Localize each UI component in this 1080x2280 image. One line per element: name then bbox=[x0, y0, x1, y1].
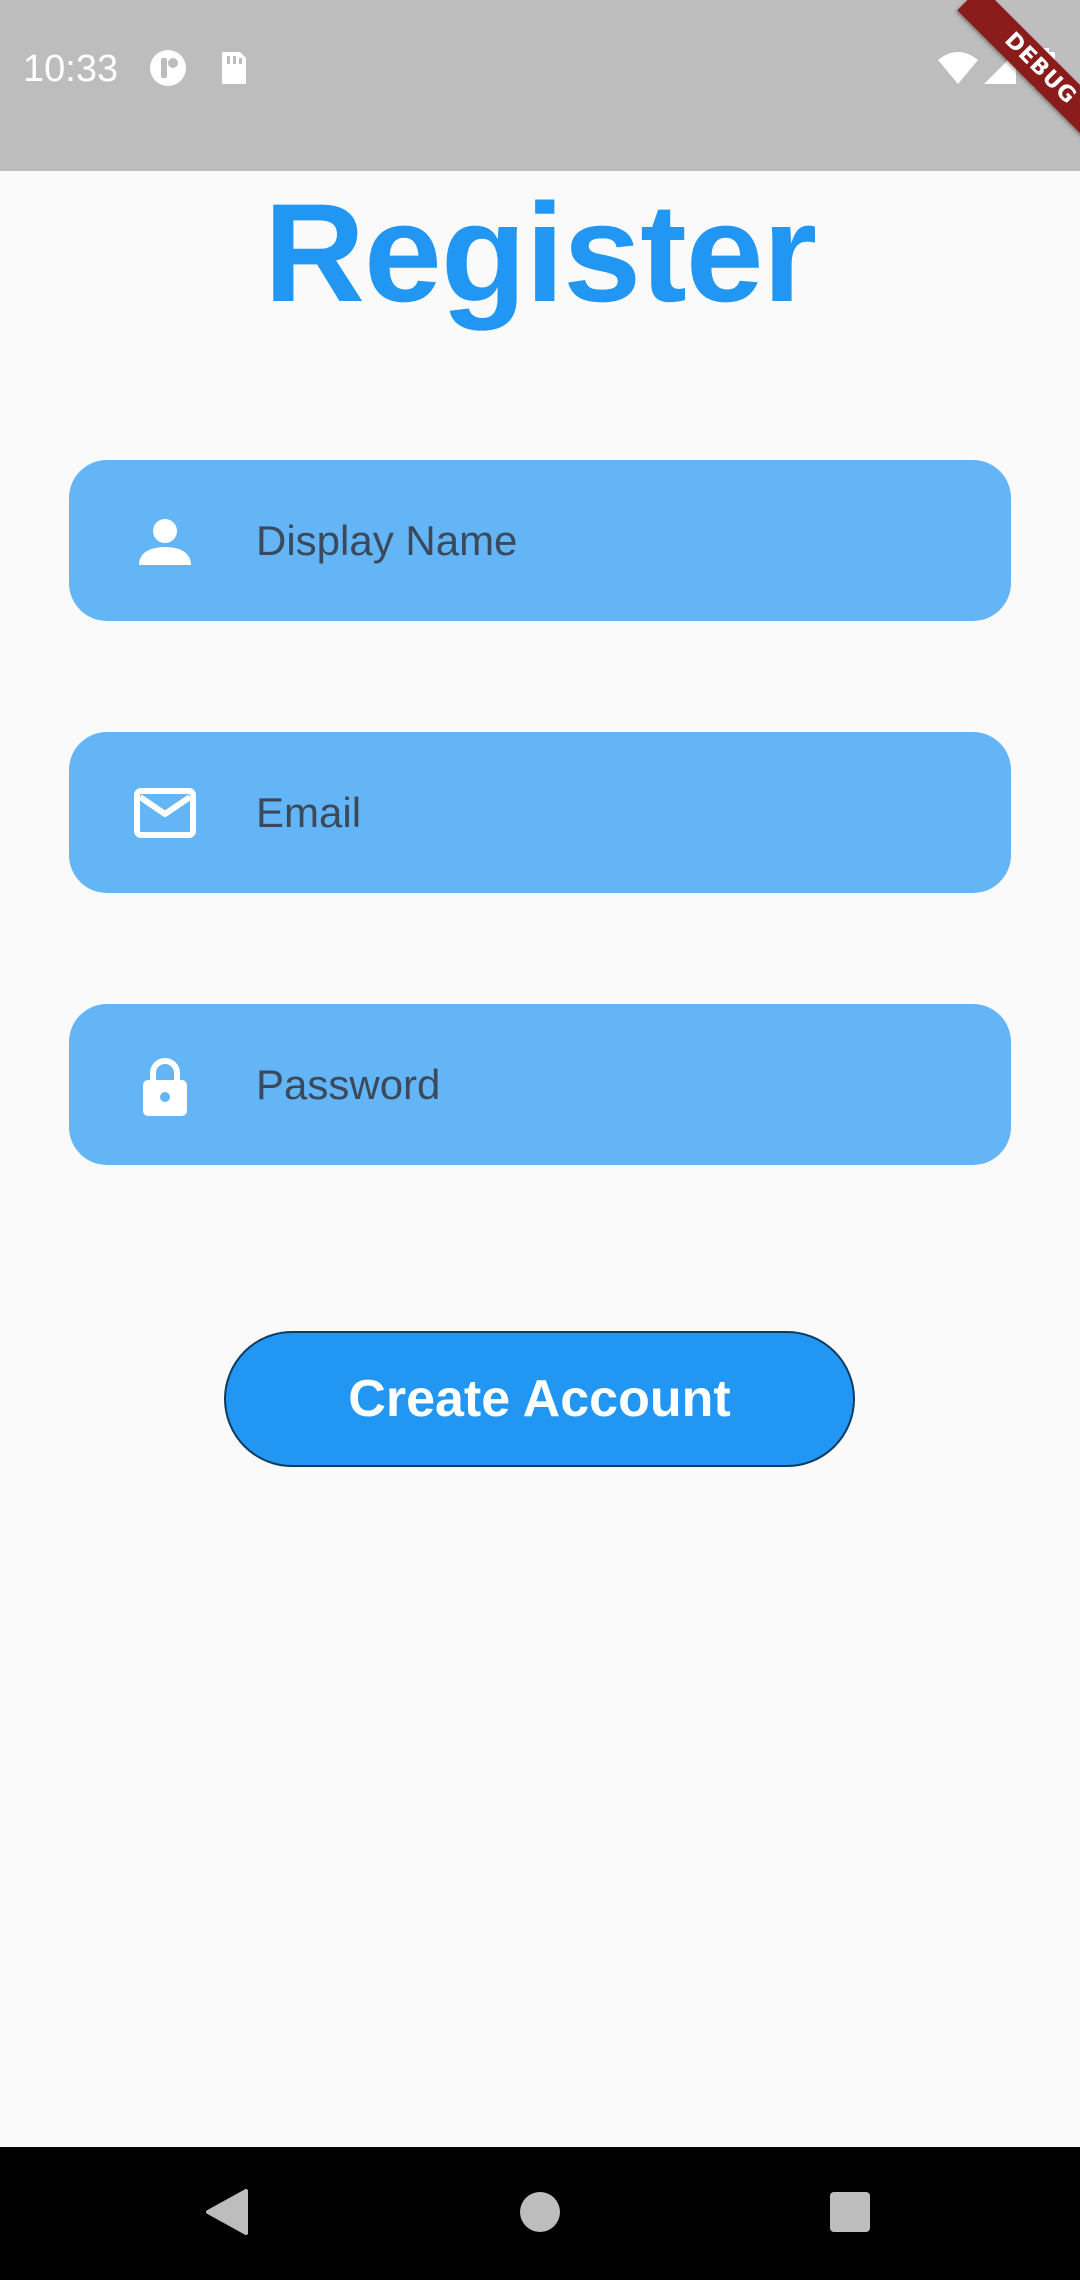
recents-icon[interactable] bbox=[805, 2167, 895, 2257]
display-name-field[interactable] bbox=[69, 460, 1011, 621]
page-title: Register bbox=[263, 174, 817, 331]
password-input[interactable] bbox=[186, 1004, 906, 1165]
status-bar: 10:33 DEBUG bbox=[0, 0, 1080, 171]
wifi-icon bbox=[936, 48, 980, 88]
app-notification-icon bbox=[148, 48, 188, 88]
home-icon[interactable] bbox=[495, 2167, 585, 2257]
sd-card-icon bbox=[212, 48, 252, 88]
display-name-input[interactable] bbox=[186, 460, 906, 621]
password-field[interactable] bbox=[69, 1004, 1011, 1165]
status-time: 10:33 bbox=[23, 48, 119, 90]
create-account-button[interactable]: Create Account bbox=[224, 1331, 855, 1467]
navigation-bar bbox=[0, 2147, 1080, 2280]
email-field[interactable] bbox=[69, 732, 1011, 893]
back-icon[interactable] bbox=[181, 2167, 271, 2257]
email-input[interactable] bbox=[186, 732, 906, 893]
